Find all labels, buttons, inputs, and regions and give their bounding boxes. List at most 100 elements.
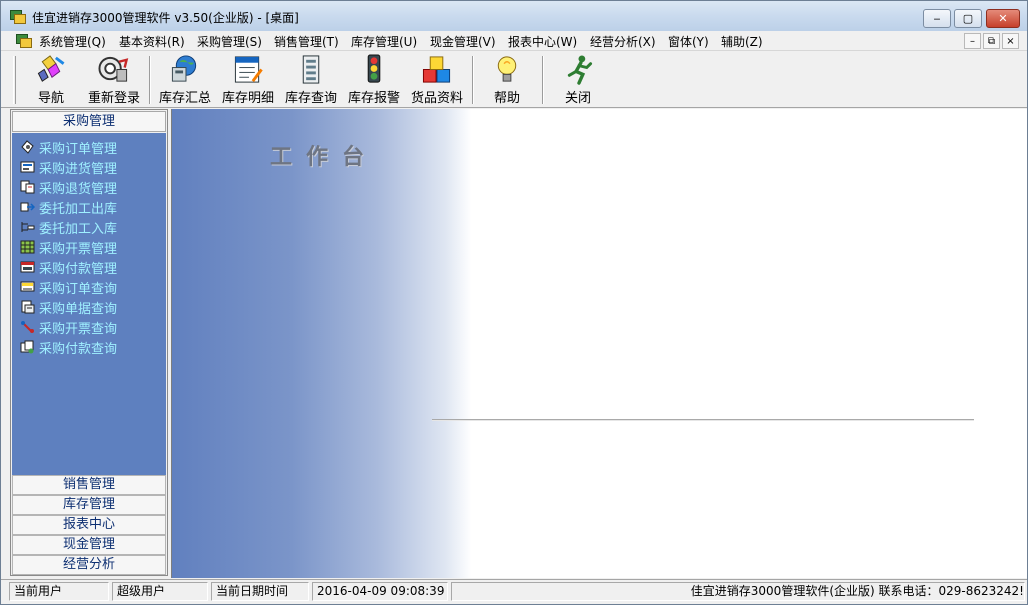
- sidebar-item-label: 采购退货管理: [39, 181, 118, 197]
- close-button[interactable]: 关闭: [556, 54, 600, 106]
- payment-query-icon: [20, 340, 34, 354]
- sidebar-group-purchase[interactable]: 采购管理: [12, 111, 166, 132]
- menu-sales[interactable]: 销售管理(T): [274, 33, 339, 50]
- stock-summary-label: 库存汇总: [158, 91, 211, 106]
- stock-query-icon: [302, 55, 320, 84]
- desktop-area: 工作台: [171, 109, 1027, 578]
- sidebar: 采购管理 采购订单管理 采购进货管理 采购退货管理 委托加工出库 委托加工入库: [10, 109, 168, 576]
- minimize-button[interactable]: ‒: [923, 9, 951, 28]
- sidebar-item-purchase-payment[interactable]: 采购付款管理: [20, 258, 118, 277]
- stock-detail-label: 库存明细: [221, 91, 274, 106]
- menu-analysis[interactable]: 经营分析(X): [590, 33, 656, 50]
- sidebar-group-inventory[interactable]: 库存管理: [12, 495, 166, 515]
- menu-basic-data[interactable]: 基本资料(R): [119, 33, 185, 50]
- goods-info-label: 货品资料: [410, 91, 463, 106]
- purchase-payment-icon: [20, 261, 35, 273]
- sidebar-item-outsource-out[interactable]: 委托加工出库: [20, 198, 118, 217]
- relogin-label: 重新登录: [87, 91, 140, 106]
- menu-reports[interactable]: 报表中心(W): [508, 33, 577, 50]
- sidebar-item-payment-query[interactable]: 采购付款查询: [20, 338, 118, 357]
- status-bar: 当前用户 超级用户 当前日期时间 2016-04-09 09:08:39 佳宜进…: [1, 579, 1027, 604]
- sidebar-item-label: 采购付款查询: [39, 341, 118, 357]
- app-icon: [10, 10, 26, 24]
- app-window: 佳宜进销存3000管理软件 v3.50(企业版) - [桌面] ‒ ▢ ✕ 系统…: [0, 0, 1028, 605]
- goods-info-button[interactable]: 货品资料: [407, 54, 467, 106]
- sidebar-group-reports[interactable]: 报表中心: [12, 515, 166, 535]
- status-date-value: 2016-04-09 09:08:39: [312, 582, 448, 601]
- stock-detail-icon: [234, 56, 263, 83]
- stock-query-button[interactable]: 库存查询: [281, 54, 341, 106]
- sidebar-item-list: 采购订单管理 采购进货管理 采购退货管理 委托加工出库 委托加工入库 采购开票管…: [12, 133, 166, 475]
- sidebar-item-label: 采购订单管理: [39, 141, 118, 157]
- sidebar-item-label: 委托加工出库: [39, 201, 118, 217]
- document-query-icon: [21, 300, 35, 314]
- toolbar-separator: [149, 56, 151, 104]
- sidebar-group-cash[interactable]: 现金管理: [12, 535, 166, 555]
- nav-button[interactable]: 导航: [31, 54, 71, 106]
- sidebar-item-purchase-invoice[interactable]: 采购开票管理: [20, 238, 118, 257]
- stock-alarm-label: 库存报警: [347, 91, 400, 106]
- mdi-close-button[interactable]: ×: [1002, 33, 1019, 49]
- close-icon: [567, 55, 593, 85]
- stock-detail-button[interactable]: 库存明细: [218, 54, 278, 106]
- sidebar-item-label: 采购单据查询: [39, 301, 118, 317]
- sidebar-item-order-query[interactable]: 采购订单查询: [20, 278, 118, 297]
- purchase-return-icon: [20, 180, 35, 194]
- order-query-icon: [20, 281, 35, 292]
- relogin-icon: [98, 56, 129, 82]
- menu-inventory[interactable]: 库存管理(U): [351, 33, 417, 50]
- stock-query-label: 库存查询: [284, 91, 337, 106]
- sidebar-group-sales[interactable]: 销售管理: [12, 475, 166, 495]
- outsource-out-icon: [20, 202, 35, 212]
- menu-bar: 系统管理(Q) 基本资料(R) 采购管理(S) 销售管理(T) 库存管理(U) …: [1, 31, 1027, 51]
- menu-assist[interactable]: 辅助(Z): [721, 33, 763, 50]
- maximize-button[interactable]: ▢: [954, 9, 982, 28]
- relogin-button[interactable]: 重新登录: [83, 54, 145, 106]
- desktop-title: 工作台: [270, 144, 379, 170]
- sidebar-item-label: 委托加工入库: [39, 221, 118, 237]
- title-bar[interactable]: 佳宜进销存3000管理软件 v3.50(企业版) - [桌面] ‒ ▢ ✕: [1, 1, 1027, 31]
- status-date-label: 当前日期时间: [211, 582, 309, 601]
- purchase-invoice-icon: [20, 240, 35, 254]
- sidebar-item-label: 采购开票管理: [39, 241, 118, 257]
- toolbar-separator: [472, 56, 474, 104]
- purchase-receive-icon: [20, 161, 35, 173]
- stock-alarm-button[interactable]: 库存报警: [344, 54, 404, 106]
- stock-summary-button[interactable]: 库存汇总: [155, 54, 215, 106]
- close-window-button[interactable]: ✕: [986, 9, 1020, 28]
- help-label: 帮助: [493, 91, 520, 106]
- toolbar-grip[interactable]: [13, 56, 16, 104]
- sidebar-item-invoice-query[interactable]: 采购开票查询: [20, 318, 118, 337]
- app-menu-icon[interactable]: [16, 34, 32, 48]
- menu-system[interactable]: 系统管理(Q): [39, 33, 106, 50]
- sidebar-item-label: 采购订单查询: [39, 281, 118, 297]
- status-info: 佳宜进销存3000管理软件(企业版) 联系电话：029-8623242!: [451, 582, 1025, 601]
- window-title: 佳宜进销存3000管理软件 v3.50(企业版) - [桌面]: [32, 11, 299, 25]
- desktop-divider: [432, 419, 974, 421]
- close-label: 关闭: [564, 91, 591, 106]
- stock-alarm-icon: [367, 54, 381, 83]
- sidebar-item-purchase-order[interactable]: 采购订单管理: [20, 138, 118, 157]
- invoice-query-icon: [21, 321, 34, 333]
- purchase-order-icon: [21, 140, 34, 154]
- menu-purchase[interactable]: 采购管理(S): [197, 33, 262, 50]
- sidebar-item-purchase-receive[interactable]: 采购进货管理: [20, 158, 117, 177]
- sidebar-item-label: 采购开票查询: [39, 321, 118, 337]
- mdi-minimize-button[interactable]: –: [964, 33, 981, 49]
- navigation-icon: [37, 55, 65, 82]
- outsource-in-icon: [21, 222, 35, 232]
- sidebar-item-label: 采购付款管理: [39, 261, 118, 277]
- status-user-label: 当前用户: [9, 582, 109, 601]
- menu-cash[interactable]: 现金管理(V): [430, 33, 496, 50]
- status-user-value: 超级用户: [112, 582, 208, 601]
- toolbar-separator: [542, 56, 544, 104]
- sidebar-item-purchase-return[interactable]: 采购退货管理: [20, 178, 118, 197]
- sidebar-item-document-query[interactable]: 采购单据查询: [20, 298, 118, 317]
- help-button[interactable]: 帮助: [485, 54, 529, 106]
- mdi-restore-button[interactable]: ⧉: [983, 33, 1000, 49]
- menu-window[interactable]: 窗体(Y): [668, 33, 709, 50]
- stock-summary-icon: [171, 55, 197, 82]
- sidebar-group-analysis[interactable]: 经营分析: [12, 555, 166, 575]
- sidebar-item-outsource-in[interactable]: 委托加工入库: [20, 218, 118, 237]
- toolbar: 导航 重新登录 库存汇总 库存明细 库存查询 库存报警 货品资料 帮助 关闭: [1, 52, 1027, 108]
